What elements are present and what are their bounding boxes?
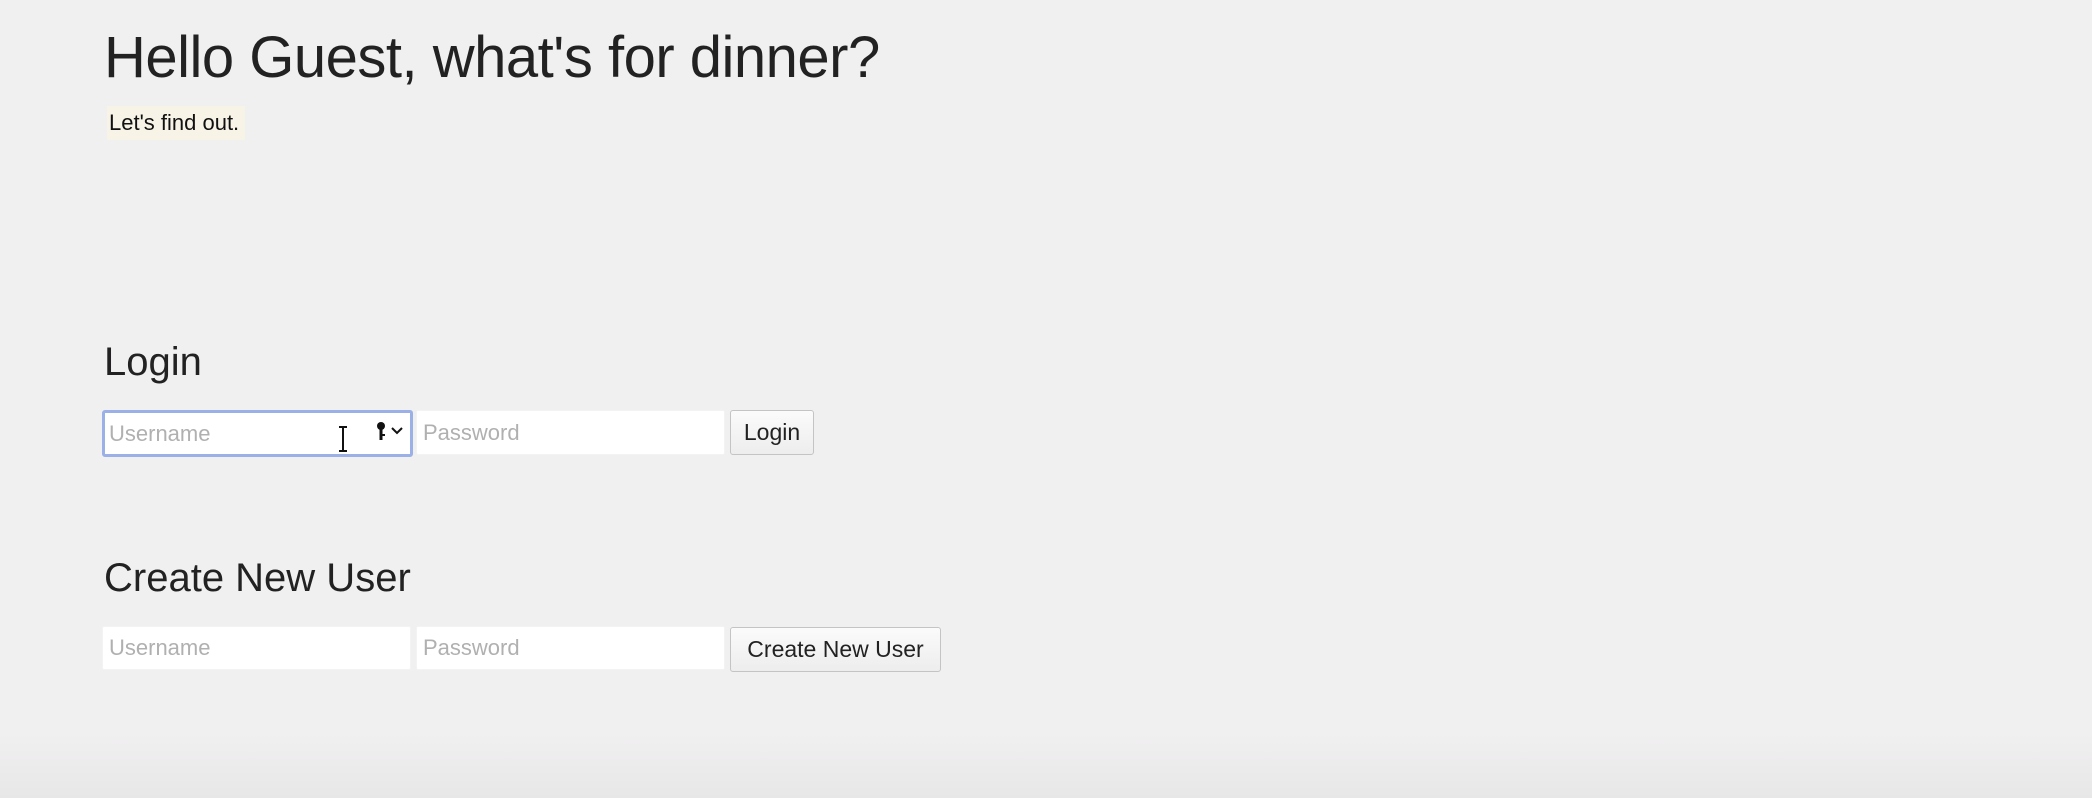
login-heading: Login	[104, 340, 202, 384]
create-username-input[interactable]	[102, 626, 411, 670]
password-manager-chooser[interactable]	[374, 420, 406, 444]
create-password-input[interactable]	[416, 626, 725, 670]
login-username-input[interactable]	[102, 410, 413, 457]
create-user-button[interactable]: Create New User	[730, 627, 941, 672]
page-title: Hello Guest, what's for dinner?	[104, 25, 880, 90]
login-password-input[interactable]	[416, 410, 725, 455]
page-subtitle: Let's find out.	[107, 106, 246, 140]
chevron-down-icon	[391, 427, 403, 435]
login-button[interactable]: Login	[730, 410, 814, 455]
page-bottom-shade	[0, 732, 2092, 798]
create-user-heading: Create New User	[104, 556, 411, 600]
page: Hello Guest, what's for dinner? Let's fi…	[0, 0, 2092, 798]
